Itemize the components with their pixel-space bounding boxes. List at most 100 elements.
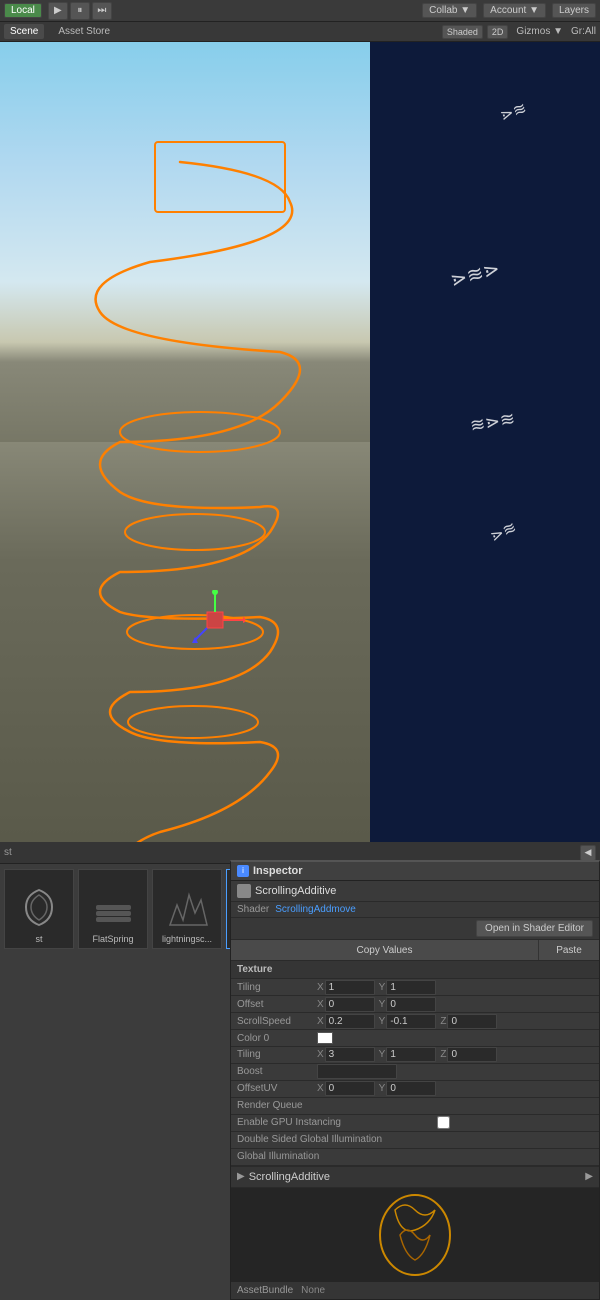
color0-values — [317, 1032, 593, 1044]
shader-label: Shader — [237, 904, 269, 915]
local-btn[interactable]: Local — [4, 3, 42, 18]
inspector-icon: i — [237, 865, 249, 877]
asset-thumb-img-0 — [14, 882, 64, 932]
color0-tiling-row: Tiling X Y Z — [231, 1047, 599, 1064]
paste-btn[interactable]: Paste — [539, 940, 599, 960]
color0-tiling-values: X Y Z — [317, 1047, 593, 1062]
tiling-label: Tiling — [237, 982, 317, 993]
layers-btn[interactable]: Layers — [552, 3, 596, 18]
bird-3: ≋⋗≋ — [469, 408, 517, 437]
boost-values — [317, 1064, 593, 1079]
gizmos-btn[interactable]: Gizmos ▼ — [516, 26, 563, 37]
2d-btn[interactable]: 2D — [487, 25, 509, 39]
color0-tiling-z-input[interactable] — [447, 1047, 497, 1062]
play-controls: ▶ ⏸ ⏭ — [48, 2, 112, 20]
offset-uv-label: OffsetUV — [237, 1083, 317, 1094]
color0-tiling-x-input[interactable] — [325, 1047, 375, 1062]
inspector-panel: i Inspector ScrollingAdditive Shader Scr… — [230, 860, 600, 1300]
inspector-obj-icon — [237, 884, 251, 898]
offset-values: X Y — [317, 997, 593, 1012]
section-bottom-name: ScrollingAdditive — [249, 1171, 586, 1183]
play-btn[interactable]: ▶ — [48, 2, 68, 20]
asset-thumb-1[interactable]: FlatSpring — [78, 869, 148, 949]
shaded-btn[interactable]: Shaded — [442, 25, 483, 39]
asset-thumb-0[interactable]: st — [4, 869, 74, 949]
offset-row: Offset X Y — [231, 996, 599, 1013]
boost-input[interactable] — [317, 1064, 397, 1079]
color0-tiling-z-pair: Z — [440, 1047, 497, 1062]
bird-4: ⋗≋ — [487, 517, 520, 546]
boost-label: Boost — [237, 1066, 317, 1077]
pause-btn[interactable]: ⏸ — [70, 2, 90, 20]
asset-bundle-label: AssetBundle — [237, 1285, 293, 1296]
scene-viewport[interactable]: ⋗≋ ⋗≋⋗ ≋⋗≋ ⋗≋ — [0, 42, 600, 842]
color0-tiling-label: Tiling — [237, 1049, 317, 1060]
offset-x-input[interactable] — [325, 997, 375, 1012]
asset-thumb-img-2 — [162, 882, 212, 932]
shader-value[interactable]: ScrollingAddmove — [275, 904, 356, 915]
gr-all-label: Gr:All — [571, 26, 596, 37]
scroll-speed-label: ScrollSpeed — [237, 1016, 317, 1027]
asset-scroll-btn[interactable]: ◀ — [580, 845, 596, 861]
gpu-instancing-label: Enable GPU Instancing — [237, 1117, 437, 1128]
double-sided-row: Double Sided Global Illumination — [231, 1132, 599, 1149]
copy-paste-row: Copy Values Paste — [231, 940, 599, 961]
collab-btn[interactable]: Collab ▼ — [422, 3, 477, 18]
scene-tab-bar: Scene Asset Store Shaded 2D Gizmos ▼ Gr:… — [0, 22, 600, 42]
asset-thumb-label-0: st — [5, 934, 73, 944]
scroll-y-input[interactable] — [386, 1014, 436, 1029]
global-illum-label: Global Illumination — [237, 1151, 437, 1162]
color0-tiling-y-input[interactable] — [386, 1047, 436, 1062]
inspector-header: i Inspector — [231, 862, 599, 881]
asset-thumb-label-2: lightningsc... — [153, 934, 221, 944]
asset-thumb-2[interactable]: lightningsc... — [152, 869, 222, 949]
preview-area — [231, 1188, 599, 1282]
asset-thumb-label-1: FlatSpring — [79, 934, 147, 944]
account-btn[interactable]: Account ▼ — [483, 3, 546, 18]
inspector-subheader: ScrollingAdditive — [231, 881, 599, 902]
offset-y-pair: Y — [379, 997, 437, 1012]
asset-label: st — [4, 847, 12, 858]
asset-store-tab[interactable]: Asset Store — [52, 24, 116, 39]
offset-uv-x-input[interactable] — [325, 1081, 375, 1096]
render-queue-row: Render Queue — [231, 1098, 599, 1115]
expand-icon[interactable]: ▶ — [237, 1171, 245, 1182]
tiling-values: X Y — [317, 980, 593, 995]
color0-swatch[interactable] — [317, 1032, 333, 1044]
offset-y-input[interactable] — [386, 997, 436, 1012]
preview-svg — [365, 1190, 465, 1280]
inspector-obj-name: ScrollingAdditive — [255, 885, 336, 897]
offset-uv-y-input[interactable] — [386, 1081, 436, 1096]
scroll-speed-values: X Y Z — [317, 1014, 593, 1029]
step-btn[interactable]: ⏭ — [92, 2, 112, 20]
scene-right-panel: ⋗≋ ⋗≋⋗ ≋⋗≋ ⋗≋ — [370, 42, 600, 842]
scrolling-additive-section: ▶ ScrollingAdditive ▶ — [231, 1166, 599, 1189]
scroll-x-input[interactable] — [325, 1014, 375, 1029]
tiling-y-pair: Y — [379, 980, 437, 995]
offset-x-pair: X — [317, 997, 375, 1012]
bird-2: ⋗≋⋗ — [448, 256, 503, 293]
offset-uv-values: X Y — [317, 1081, 593, 1096]
offset-label: Offset — [237, 999, 317, 1010]
play-icon-small[interactable]: ▶ — [585, 1171, 593, 1182]
tiling-x-input[interactable] — [325, 980, 375, 995]
global-illum-row: Global Illumination — [231, 1149, 599, 1166]
tiling-row: Tiling X Y — [231, 979, 599, 996]
asset-thumb-img-1 — [88, 882, 138, 932]
transform-gizmo[interactable] — [185, 590, 245, 650]
scroll-z-input[interactable] — [447, 1014, 497, 1029]
scroll-x-pair: X — [317, 1014, 375, 1029]
color0-tiling-x-pair: X — [317, 1047, 375, 1062]
scene-tab[interactable]: Scene — [4, 24, 44, 39]
tiling-y-input[interactable] — [386, 980, 436, 995]
copy-values-btn[interactable]: Copy Values — [231, 940, 539, 960]
gpu-instancing-checkbox[interactable] — [437, 1116, 450, 1129]
gpu-instancing-row: Enable GPU Instancing — [231, 1115, 599, 1132]
scene-toolbar: Shaded 2D Gizmos ▼ Gr:All — [442, 25, 596, 39]
scroll-z-pair: Z — [440, 1014, 497, 1029]
shader-row: Shader ScrollingAddmove — [231, 902, 599, 919]
color0-label: Color 0 — [237, 1033, 317, 1044]
scroll-y-pair: Y — [379, 1014, 437, 1029]
boost-row: Boost — [231, 1064, 599, 1081]
open-shader-btn[interactable]: Open in Shader Editor — [476, 920, 593, 937]
